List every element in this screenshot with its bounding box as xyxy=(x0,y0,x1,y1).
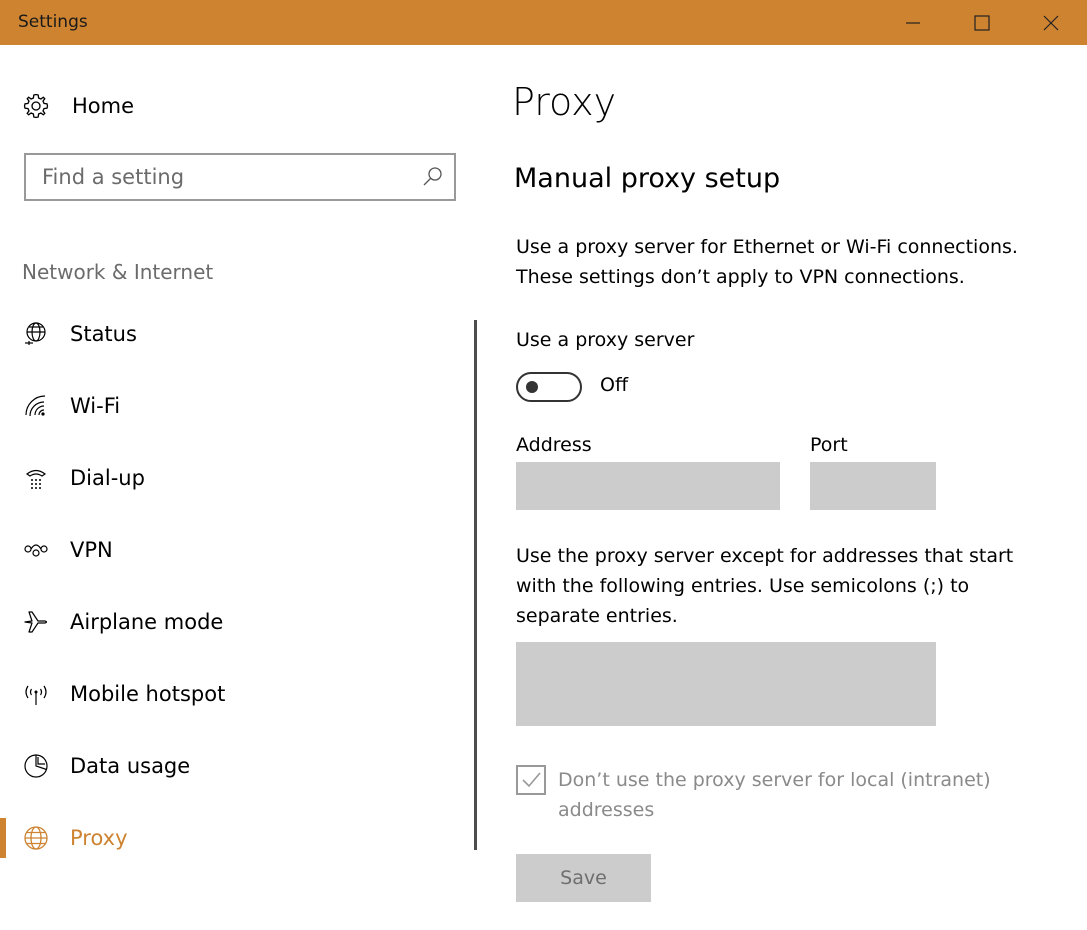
sidebar-item-data-usage[interactable]: Data usage xyxy=(0,742,470,790)
wifi-icon xyxy=(22,392,50,420)
sidebar-item-label: Airplane mode xyxy=(70,610,224,634)
dialup-icon xyxy=(22,464,50,492)
description-line: Use a proxy server for Ethernet or Wi-Fi… xyxy=(516,236,1018,258)
address-field[interactable] xyxy=(516,462,780,510)
exceptions-description: Use the proxy server except for addresse… xyxy=(516,545,1014,627)
pie-chart-icon xyxy=(22,752,50,780)
airplane-icon xyxy=(22,608,50,636)
sidebar-item-label: Status xyxy=(70,322,137,346)
sidebar-section-title: Network & Internet xyxy=(22,260,214,284)
port-field[interactable] xyxy=(810,462,936,510)
local-bypass-checkbox[interactable] xyxy=(516,765,546,795)
sidebar-item-airplane-mode[interactable]: Airplane mode xyxy=(0,598,470,646)
sidebar-item-vpn[interactable]: VPN xyxy=(0,526,470,574)
title-bar: Settings xyxy=(0,0,1087,45)
close-button[interactable] xyxy=(1028,0,1074,45)
section-title: Manual proxy setup xyxy=(514,163,781,194)
toggle-knob xyxy=(526,381,538,393)
port-label: Port xyxy=(810,434,848,456)
sidebar-item-label: Wi-Fi xyxy=(70,394,121,418)
sidebar-item-wifi[interactable]: Wi-Fi xyxy=(0,382,470,430)
minimize-icon xyxy=(906,21,920,24)
sidebar-item-dialup[interactable]: Dial-up xyxy=(0,454,470,502)
globe-status-icon xyxy=(22,320,50,348)
search-icon[interactable] xyxy=(422,166,444,188)
sidebar-item-label: Dial-up xyxy=(70,466,145,490)
sidebar-item-mobile-hotspot[interactable]: Mobile hotspot xyxy=(0,670,470,718)
sidebar-item-label: Proxy xyxy=(70,826,128,850)
exceptions-field[interactable] xyxy=(516,642,936,726)
sidebar-item-status[interactable]: Status xyxy=(0,310,470,358)
checkmark-icon xyxy=(522,772,541,788)
maximize-button[interactable] xyxy=(959,0,1005,45)
minimize-button[interactable] xyxy=(890,0,936,45)
sidebar-item-proxy[interactable]: Proxy xyxy=(0,814,470,862)
sidebar-item-label: Data usage xyxy=(70,754,191,778)
search-box xyxy=(24,153,456,201)
address-label: Address xyxy=(516,434,592,456)
home-label: Home xyxy=(72,94,135,118)
save-button[interactable]: Save xyxy=(516,854,651,902)
vpn-icon xyxy=(22,536,50,564)
sidebar-scrollbar[interactable] xyxy=(474,320,477,850)
search-input[interactable] xyxy=(26,155,416,199)
close-icon xyxy=(1043,15,1059,30)
toggle-state-label: Off xyxy=(600,374,629,396)
use-proxy-toggle[interactable] xyxy=(516,372,582,402)
page-title: Proxy xyxy=(512,80,617,124)
local-bypass-label: Don’t use the proxy server for local (in… xyxy=(558,769,991,821)
sidebar-item-label: Mobile hotspot xyxy=(70,682,226,706)
globe-icon xyxy=(22,824,50,852)
proxy-description: Use a proxy server for Ethernet or Wi-Fi… xyxy=(516,232,1056,292)
home-link[interactable]: Home xyxy=(22,90,134,122)
sidebar-item-label: VPN xyxy=(70,538,113,562)
active-indicator xyxy=(0,818,6,858)
window-title: Settings xyxy=(18,12,88,32)
use-proxy-label: Use a proxy server xyxy=(516,329,695,351)
maximize-icon xyxy=(974,14,990,31)
description-line: These settings don’t apply to VPN connec… xyxy=(516,266,965,288)
gear-icon xyxy=(23,93,49,119)
hotspot-icon xyxy=(22,680,50,708)
